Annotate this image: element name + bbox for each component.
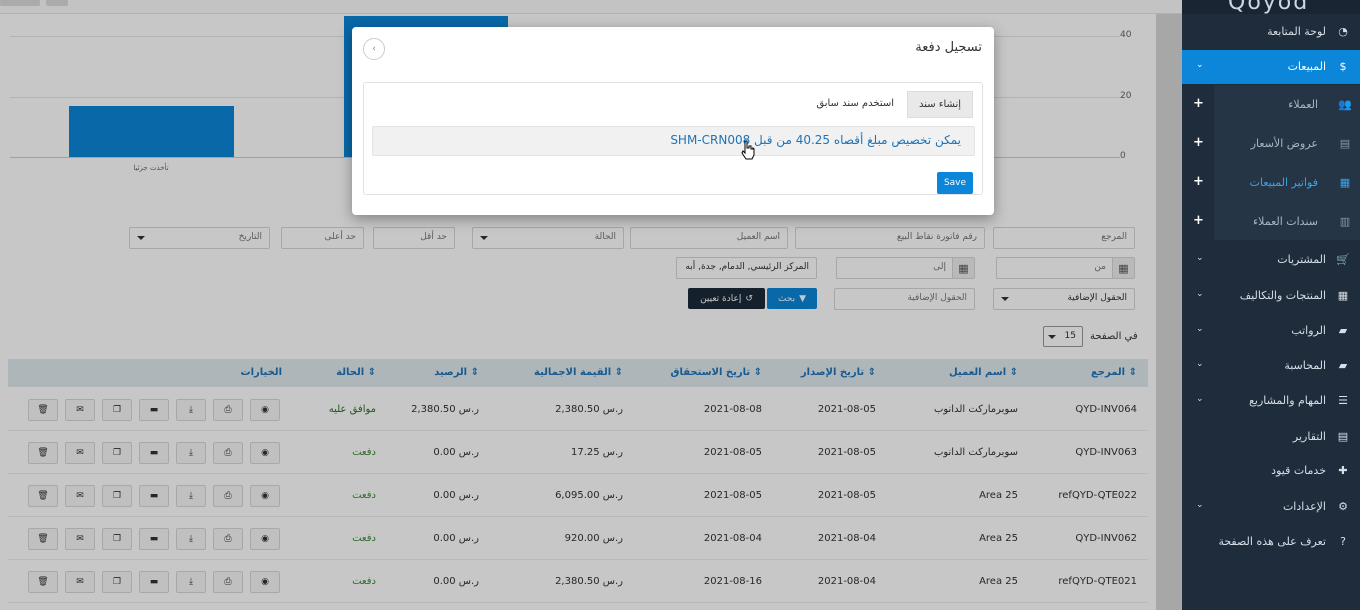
sidebar-item-label: خدمات قيود <box>1271 464 1326 477</box>
sidebar-item-1[interactable]: $ المبيعات ⌄ <box>1182 50 1360 84</box>
sidebar-item-0[interactable]: ◔ لوحة المتابعة <box>1182 15 1360 49</box>
sidebar-item-2[interactable]: 👥 العملاء + <box>1182 88 1360 122</box>
chevron-down-icon: ⌄ <box>1196 394 1204 404</box>
chevron-down-icon: ⌄ <box>1196 500 1204 510</box>
invoice-icon: ▦ <box>1339 176 1351 189</box>
sidebar-item-label: عروض الأسعار <box>1250 137 1318 150</box>
sidebar-item-13[interactable]: ⚙ الإعدادات ⌄ <box>1182 490 1360 524</box>
gear-icon: ⚙ <box>1338 500 1348 513</box>
sidebar-item-label: سندات العملاء <box>1252 215 1318 228</box>
sidebar-item-9[interactable]: ▰ المحاسبة ⌄ <box>1182 349 1360 383</box>
add-icon[interactable]: + <box>1193 135 1204 150</box>
hand-cursor-icon <box>741 140 755 160</box>
cart-icon: 🛒 <box>1336 253 1350 266</box>
sidebar-item-5[interactable]: ▥ سندات العملاء + <box>1182 205 1360 239</box>
folder-icon: ▰ <box>1338 324 1348 337</box>
sidebar-item-8[interactable]: ▰ الرواتب ⌄ <box>1182 314 1360 348</box>
sidebar-item-label: فواتير المبيعات <box>1249 176 1318 189</box>
save-button[interactable]: Save <box>937 172 973 194</box>
dashboard-icon: ◔ <box>1338 25 1348 38</box>
users-icon: 👥 <box>1338 98 1352 111</box>
sidebar-item-14[interactable]: ? تعرف على هذه الصفحة <box>1182 525 1360 559</box>
modal-title: تسجيل دفعة <box>915 40 982 55</box>
sidebar-item-3[interactable]: ▤ عروض الأسعار + <box>1182 127 1360 161</box>
sidebar-item-label: الإعدادات <box>1282 500 1326 513</box>
tab-use-previous-voucher[interactable]: استخدم سند سابق <box>816 98 894 109</box>
chevron-down-icon: ⌄ <box>1196 289 1204 299</box>
sidebar-item-label: الرواتب <box>1291 324 1326 337</box>
sidebar-item-label: المحاسبة <box>1284 359 1326 372</box>
allocation-hint[interactable]: يمكن تخصيص مبلغ أقصاه 40.25 من قبل SHM-C… <box>372 126 975 156</box>
sidebar-item-label: المبيعات <box>1287 60 1326 73</box>
dollar-icon: $ <box>1339 60 1347 73</box>
sidebar-item-label: المهام والمشاريع <box>1249 394 1326 407</box>
add-icon[interactable]: + <box>1193 174 1204 189</box>
sidebar: Qoyod ◔ لوحة المتابعة $ المبيعات ⌄ 👥 العملاء + ▤… <box>1182 0 1360 610</box>
chevron-down-icon: ⌄ <box>1196 253 1204 263</box>
sidebar-item-6[interactable]: 🛒 المشتريات ⌄ <box>1182 243 1360 277</box>
logo: Qoyod <box>1228 0 1310 15</box>
tab-create-voucher[interactable]: إنشاء سند <box>907 91 973 118</box>
register-payment-modal: تسجيل دفعة ‹ إنشاء سند استخدم سند سابق ي… <box>352 27 994 215</box>
sidebar-item-12[interactable]: ✚ خدمات قيود <box>1182 454 1360 488</box>
sidebar-item-label: التقارير <box>1292 430 1326 443</box>
close-icon[interactable]: ‹ <box>363 38 385 60</box>
sidebar-item-label: المنتجات والتكاليف <box>1239 289 1326 302</box>
add-icon[interactable]: + <box>1193 96 1204 111</box>
sidebar-item-label: لوحة المتابعة <box>1267 25 1326 38</box>
file-icon: ▤ <box>1337 430 1349 443</box>
sidebar-item-label: العملاء <box>1288 98 1318 111</box>
grid-icon: ▦ <box>1337 289 1349 302</box>
chevron-down-icon: ⌄ <box>1196 60 1204 70</box>
receipt-icon: ▥ <box>1339 215 1351 228</box>
add-icon[interactable]: + <box>1193 213 1204 228</box>
puzzle-icon: ✚ <box>1338 464 1348 477</box>
sidebar-item-7[interactable]: ▦ المنتجات والتكاليف ⌄ <box>1182 279 1360 313</box>
list-icon: ☰ <box>1338 394 1348 407</box>
sidebar-item-label: تعرف على هذه الصفحة <box>1218 535 1326 548</box>
payment-panel: إنشاء سند استخدم سند سابق يمكن تخصيص مبل… <box>363 82 983 195</box>
question-icon: ? <box>1340 535 1346 548</box>
folder-icon: ▰ <box>1338 359 1348 372</box>
document-icon: ▤ <box>1339 137 1351 150</box>
chevron-down-icon: ⌄ <box>1196 324 1204 334</box>
sidebar-item-10[interactable]: ☰ المهام والمشاريع ⌄ <box>1182 384 1360 418</box>
sidebar-item-11[interactable]: ▤ التقارير <box>1182 420 1360 454</box>
sidebar-item-label: المشتريات <box>1277 253 1326 266</box>
chevron-down-icon: ⌄ <box>1196 359 1204 369</box>
sidebar-item-4[interactable]: ▦ فواتير المبيعات + <box>1182 166 1360 200</box>
